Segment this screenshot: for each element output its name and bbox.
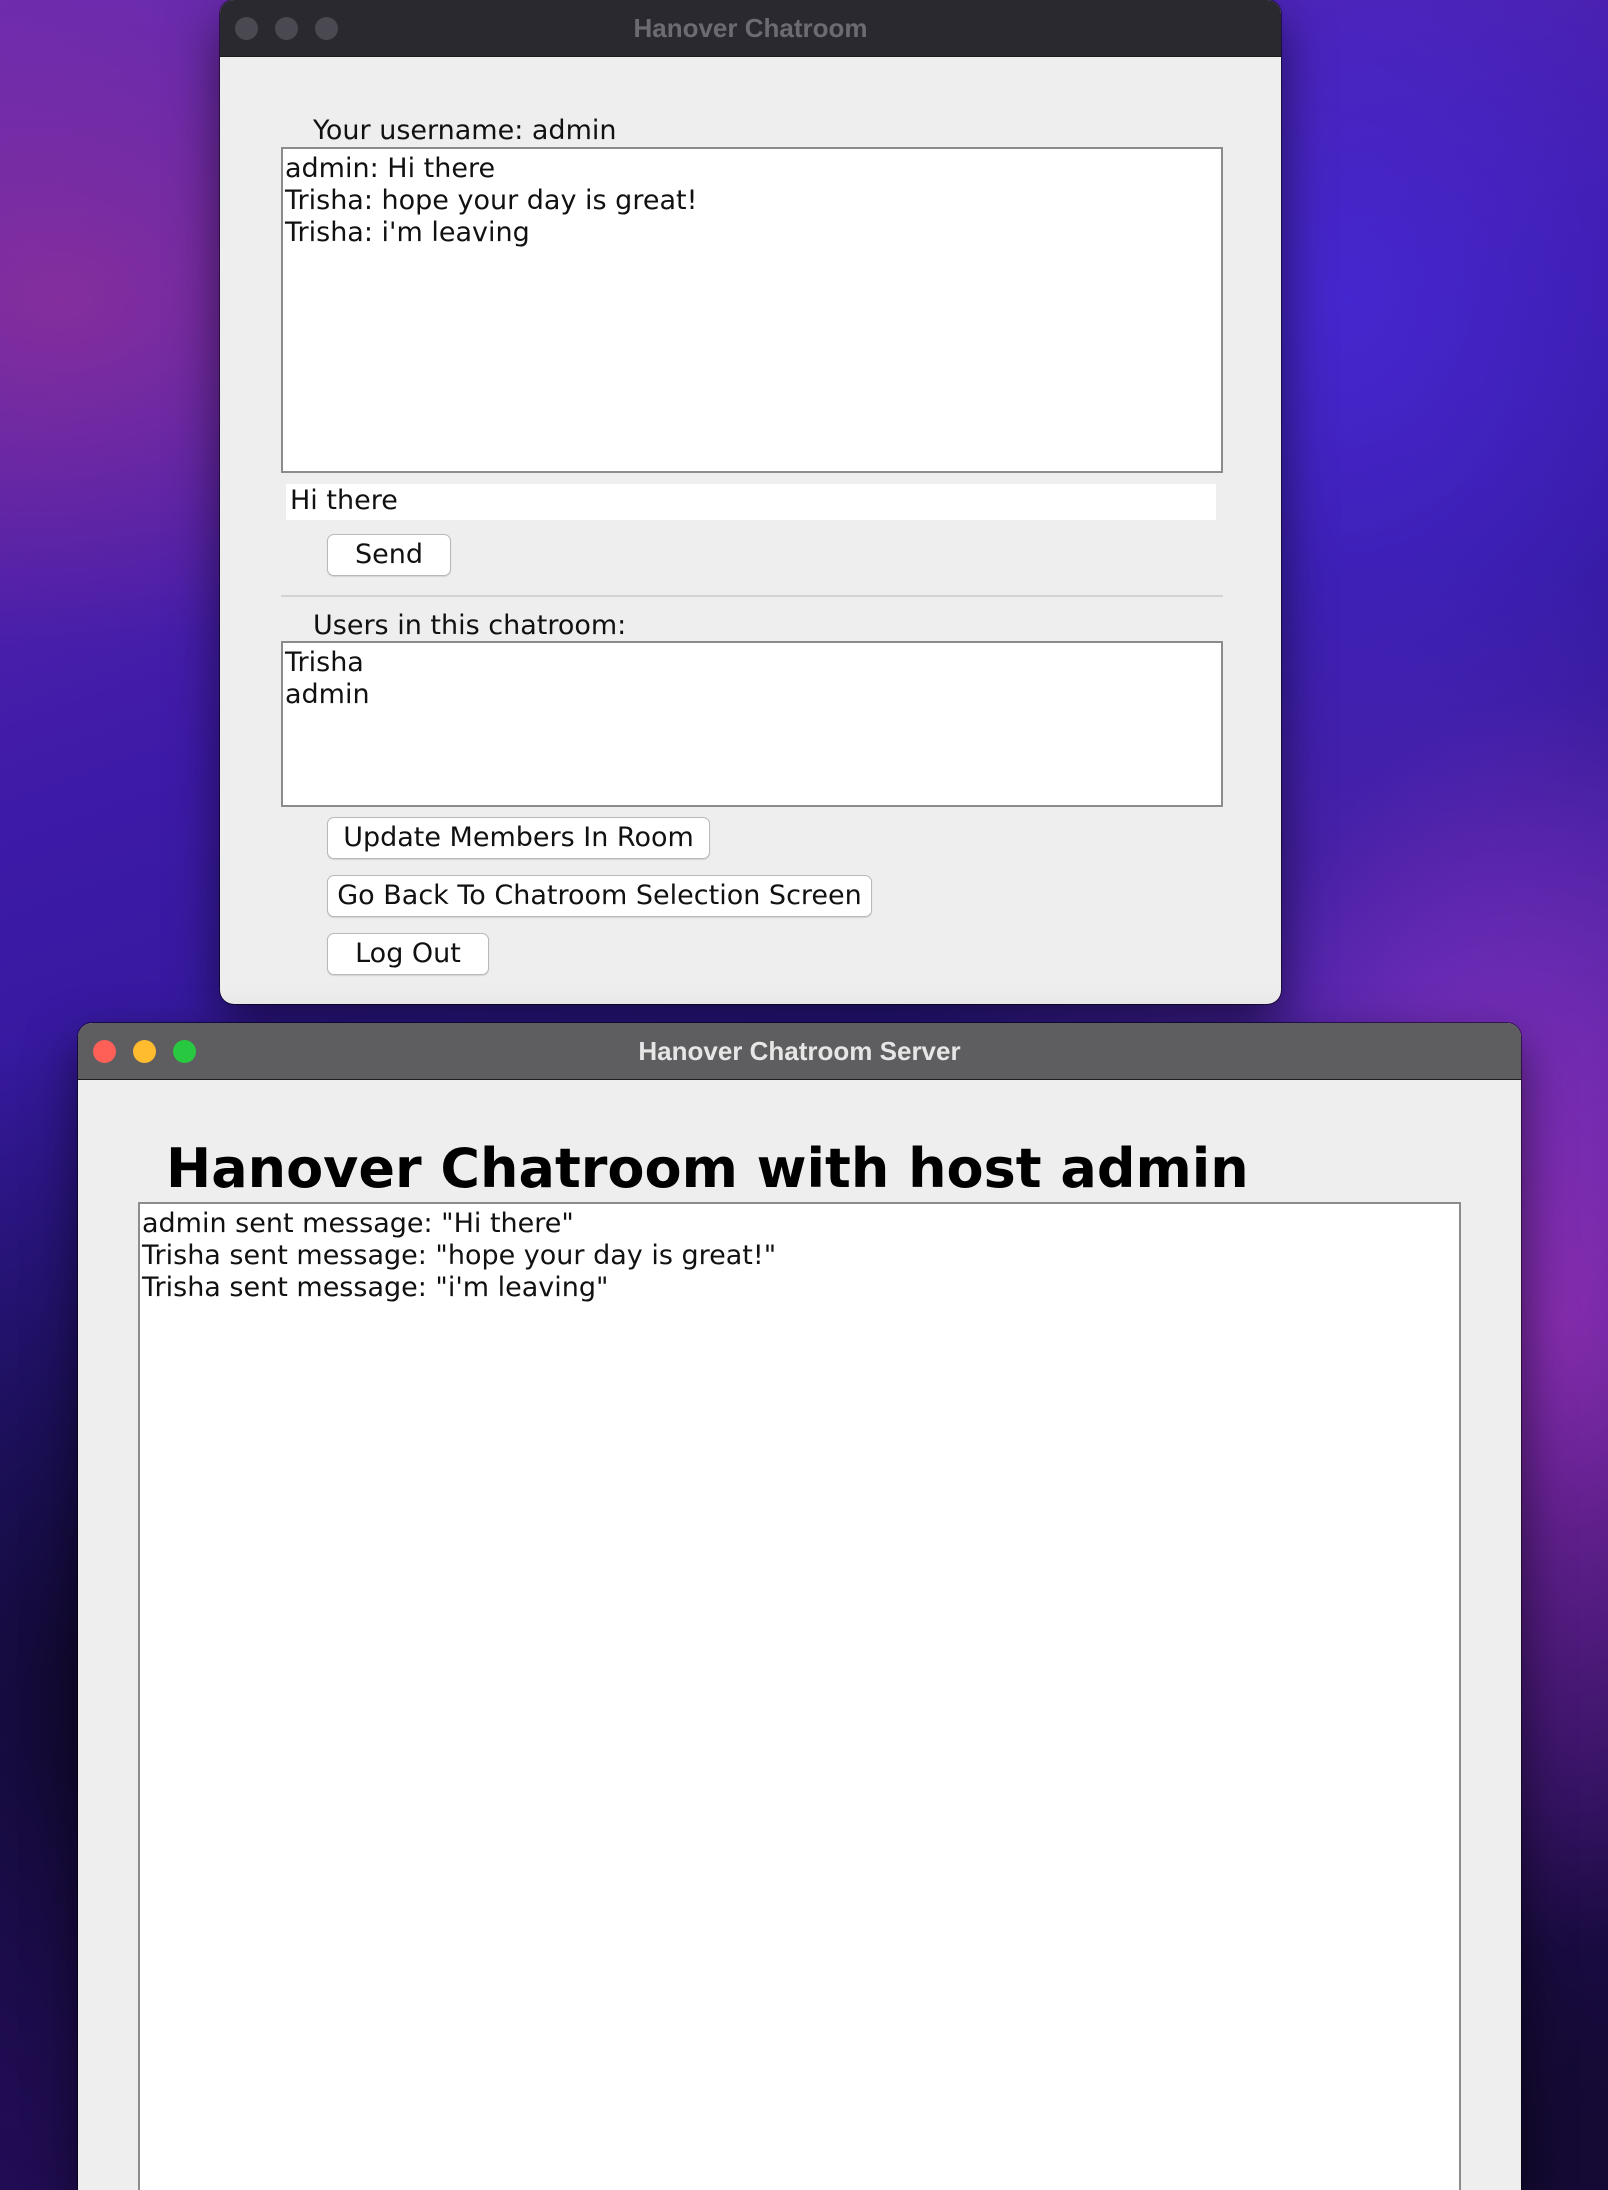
minimize-button-inactive[interactable] — [275, 17, 298, 40]
client-window-title: Hanover Chatroom — [633, 13, 868, 43]
server-heading: Hanover Chatroom with host admin — [166, 1137, 1249, 1200]
close-button-inactive[interactable] — [235, 17, 258, 40]
user-item: admin — [285, 679, 370, 710]
client-titlebar[interactable]: Hanover Chatroom — [220, 0, 1281, 57]
user-item: Trisha — [285, 647, 364, 678]
server-window: Hanover Chatroom Server Hanover Chatroom… — [78, 1023, 1521, 2190]
chat-message: Trisha: hope your day is great! — [285, 185, 698, 216]
maximize-button-inactive[interactable] — [315, 17, 338, 40]
logout-button[interactable]: Log Out — [327, 933, 489, 975]
chat-message: admin: Hi there — [285, 153, 496, 184]
go-back-button[interactable]: Go Back To Chatroom Selection Screen — [327, 875, 872, 917]
chat-messages-area[interactable]: admin: Hi there Trisha: hope your day is… — [281, 147, 1223, 473]
chat-message: Trisha: i'm leaving — [285, 217, 530, 248]
client-chat-window: Hanover Chatroom Your username: admin ad… — [220, 0, 1281, 1004]
log-entry: admin sent message: "Hi there" — [142, 1208, 574, 1239]
server-window-title: Hanover Chatroom Server — [638, 1036, 961, 1066]
username-label: Your username: admin — [313, 115, 617, 146]
message-input[interactable]: Hi there — [286, 484, 1216, 520]
server-log-area[interactable]: admin sent message: "Hi there" Trisha se… — [138, 1202, 1461, 2190]
minimize-button[interactable] — [133, 1040, 156, 1063]
log-entry: Trisha sent message: "hope your day is g… — [142, 1240, 777, 1271]
users-label: Users in this chatroom: — [313, 610, 627, 641]
update-members-button[interactable]: Update Members In Room — [327, 817, 710, 859]
server-titlebar[interactable]: Hanover Chatroom Server — [78, 1023, 1521, 1080]
close-button[interactable] — [93, 1040, 116, 1063]
maximize-button[interactable] — [173, 1040, 196, 1063]
send-button[interactable]: Send — [327, 534, 451, 576]
users-list-area[interactable]: Trisha admin — [281, 641, 1223, 807]
log-entry: Trisha sent message: "i'm leaving" — [142, 1272, 609, 1303]
separator — [281, 595, 1223, 597]
